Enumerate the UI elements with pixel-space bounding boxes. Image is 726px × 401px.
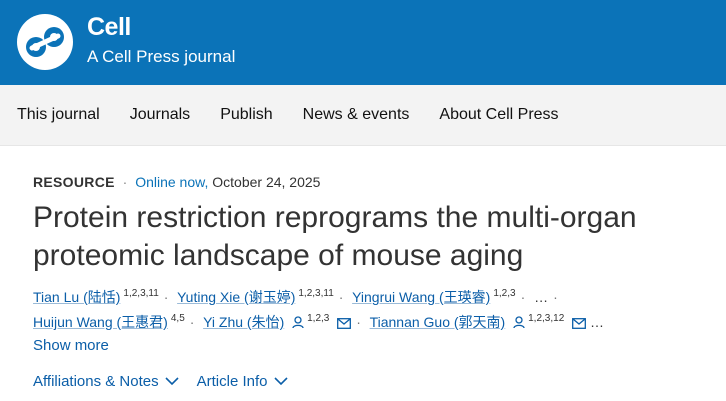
author-affiliations: 1,2,3 (307, 313, 330, 325)
author-affiliations: 1,2,3,11 (123, 288, 159, 300)
cell-logo-icon[interactable] (17, 14, 73, 70)
nav-publish[interactable]: Publish (220, 106, 272, 124)
chevron-down-icon (273, 377, 288, 386)
publish-date: October 24, 2025 (212, 174, 321, 190)
person-icon (513, 316, 525, 329)
mail-icon[interactable] (337, 318, 352, 329)
author-name[interactable]: Yuting Xie (谢玉婷) (177, 289, 295, 305)
affiliations-label: Affiliations & Notes (33, 373, 159, 390)
article-meta: RESOURCE · Online now, October 24, 2025 (33, 174, 726, 190)
nav-about-cell-press[interactable]: About Cell Press (439, 106, 558, 124)
article-links: Affiliations & Notes Article Info (33, 373, 726, 390)
author-name[interactable]: Yi Zhu (朱怡) (203, 314, 284, 330)
author-name[interactable]: Huijun Wang (王惠君) (33, 314, 168, 330)
site-header: Cell A Cell Press journal (0, 0, 726, 85)
nav-journals[interactable]: Journals (130, 106, 190, 124)
meta-separator: · (122, 174, 128, 190)
author-name[interactable]: Yingrui Wang (王瑛睿) (352, 289, 490, 305)
show-more-button[interactable]: Show more (33, 337, 726, 354)
authors-ellipsis[interactable]: … (590, 314, 604, 330)
author-name[interactable]: Tian Lu (陆恬) (33, 289, 120, 305)
article-title: Protein restriction reprograms the multi… (33, 201, 637, 272)
author-affiliations: 1,2,3 (493, 288, 516, 300)
author-affiliations: 4,5 (170, 313, 185, 325)
authors-ellipsis[interactable]: … (534, 289, 548, 305)
author-affiliations: 1,2,3,12 (528, 313, 565, 325)
mail-icon[interactable] (572, 318, 587, 329)
online-status: Online now, (135, 174, 209, 190)
article-info-toggle[interactable]: Article Info (197, 373, 288, 390)
nav-news-events[interactable]: News & events (303, 106, 410, 124)
brand-tagline: A Cell Press journal (87, 47, 236, 66)
person-icon (292, 316, 304, 329)
nav-this-journal[interactable]: This journal (17, 106, 100, 124)
author-list: Tian Lu (陆恬) 1,2,3,11 · Yuting Xie (谢玉婷) 1,… (33, 288, 605, 330)
article-type: RESOURCE (33, 174, 115, 190)
chevron-down-icon (165, 377, 179, 386)
brand-title[interactable]: Cell (87, 13, 131, 42)
author-affiliations: 1,2,3,11 (298, 288, 334, 300)
affiliations-notes-toggle[interactable]: Affiliations & Notes (33, 373, 179, 390)
article-info-label: Article Info (196, 373, 268, 390)
author-name[interactable]: Tiannan Guo (郭天南) (370, 314, 506, 330)
article-header: RESOURCE · Online now, October 24, 2025 … (0, 146, 726, 390)
main-nav: This journal Journals Publish News & eve… (0, 85, 726, 146)
